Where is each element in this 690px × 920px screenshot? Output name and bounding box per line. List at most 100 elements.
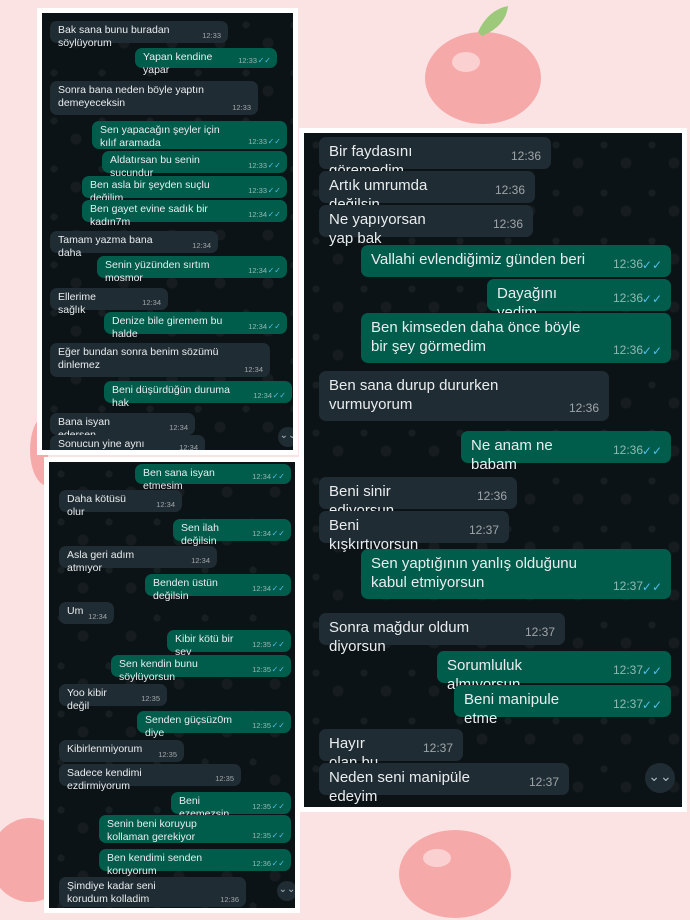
outgoing-message[interactable]: Senin yüzünden sırtım mosmor 12:34 ✓✓ xyxy=(97,256,287,284)
message-timestamp: 12:35 xyxy=(252,801,271,811)
outgoing-message[interactable]: Beni düşürdüğün duruma hak 12:34 ✓✓ xyxy=(104,381,292,409)
outgoing-message[interactable]: Sen yaptığının yanlış olduğunu kabul etm… xyxy=(361,549,671,599)
message-timestamp: 12:34 xyxy=(179,442,198,452)
message-timestamp: 12:37 xyxy=(422,741,453,755)
incoming-message[interactable]: Daha kötüsü olur 12:34 xyxy=(59,490,182,518)
read-receipt-icon: ✓✓ xyxy=(271,721,285,730)
incoming-message[interactable]: Ne yapıyorsan yap bak 12:36 xyxy=(319,205,533,247)
outgoing-message[interactable]: Ben gayet evine sadık bir kadın7m 12:34 ✓✓ xyxy=(82,200,287,228)
read-receipt-icon: ✓✓ xyxy=(272,391,286,400)
incoming-message[interactable]: Sonra bana neden böyle yaptın demeyeceks… xyxy=(50,81,258,115)
message-timestamp: 12:36 xyxy=(510,149,541,163)
read-receipt-icon: ✓✓ xyxy=(641,292,662,306)
message-text: Ben sana durup dururken vurmuyorum xyxy=(329,377,499,413)
message-timestamp: 12:34 xyxy=(252,528,271,538)
incoming-message[interactable]: Kibirlenmiyorum 12:35 xyxy=(59,740,184,762)
outgoing-message[interactable]: Aldatırsan bu senin suçundur 12:33 ✓✓ xyxy=(102,151,287,179)
outgoing-message[interactable]: Beni manipule etme 12:37 ✓✓ xyxy=(454,685,671,727)
message-timestamp: 12:35 xyxy=(215,773,234,783)
outgoing-message[interactable]: Ben kendimi senden koruyorum 12:36 ✓✓ xyxy=(99,849,291,877)
outgoing-message[interactable]: Ben sana isyan etmesim 12:34 ✓✓ xyxy=(135,464,291,492)
message-timestamp: 12:33 xyxy=(202,30,221,40)
incoming-message[interactable]: Ben sana durup dururken vurmuyorum 12:36 xyxy=(319,371,609,421)
message-timestamp: 12:36 xyxy=(220,894,239,904)
message-timestamp: 12:36 xyxy=(612,291,643,305)
outgoing-message[interactable]: Ben kimseden daha önce böyle bir şey gör… xyxy=(361,313,671,363)
chat-screenshot-bottom-left: Ben sana isyan etmesim 12:34 ✓✓ Daha kötüsü… xyxy=(44,457,300,913)
message-timestamp: 12:33 xyxy=(238,55,257,65)
read-receipt-icon: ✓✓ xyxy=(271,529,285,538)
message-timestamp: 12:37 xyxy=(528,775,559,789)
read-receipt-icon: ✓✓ xyxy=(271,640,285,649)
outgoing-message[interactable]: Sen ilah değilsin 12:34 ✓✓ xyxy=(173,519,291,547)
outgoing-message[interactable]: Dayağını yedim12:36✓✓ xyxy=(487,279,671,321)
message-text: Sadece kendimi ezdirmiyorum xyxy=(67,767,142,793)
peach-illustration-bottom-center xyxy=(399,830,511,918)
message-timestamp: 12:36 xyxy=(612,443,643,457)
incoming-message[interactable]: Sonra mağdur oldum diyorsun 12:37 xyxy=(319,613,565,655)
incoming-message[interactable]: Sadece kendimi ezdirmiyorum 12:35 xyxy=(59,764,241,792)
incoming-message[interactable]: Hayır olan bu12:37 xyxy=(319,729,463,771)
incoming-message[interactable]: Şimdiye kadar seni korudum kolladim 12:36 xyxy=(59,877,246,907)
chat-screenshot-right: Bir faydasını göremedim12:36Artık umrumd… xyxy=(299,128,687,812)
incoming-message[interactable]: Um 12:34 xyxy=(59,602,114,624)
message-text: Sonucun yine aynı olur xyxy=(58,438,145,450)
outgoing-message[interactable]: Kibir kötü bir şey 12:35 ✓✓ xyxy=(167,630,291,658)
scroll-down-button[interactable]: ⌄⌄ xyxy=(645,763,675,793)
message-timestamp: 12:35 xyxy=(158,749,177,759)
message-timestamp: 12:34 xyxy=(192,240,211,250)
incoming-message[interactable]: Yoo kibir değil 12:35 xyxy=(59,684,167,712)
outgoing-message[interactable]: Senin beni koruyup kollaman gerekiyor 12:… xyxy=(99,815,291,843)
message-timestamp: 12:33 xyxy=(248,136,267,146)
incoming-message[interactable]: Beni kışkırtıyorsun 12:37 xyxy=(319,511,509,553)
incoming-message[interactable]: Bana isyan edersen12:34 xyxy=(50,413,195,441)
incoming-message[interactable]: Beni sinir ediyorsun12:36 xyxy=(319,477,517,519)
message-timestamp: 12:37 xyxy=(468,523,499,537)
outgoing-message[interactable]: Ne anam ne babam 12:36 ✓✓ xyxy=(461,431,671,473)
outgoing-message[interactable]: Benden üstün değilsin 12:34 ✓✓ xyxy=(145,574,291,602)
incoming-message[interactable]: Neden seni manipüle edeyim 12:37 xyxy=(319,763,569,805)
outgoing-message[interactable]: Senden güçsüz0m diye 12:35 ✓✓ xyxy=(137,711,291,739)
read-receipt-icon: ✓✓ xyxy=(267,161,281,170)
message-timestamp: 12:34 xyxy=(252,471,271,481)
message-text: Sonra bana neden böyle yaptın demeyeceks… xyxy=(58,84,204,110)
incoming-message[interactable]: Artık umrumda değilsin12:36 xyxy=(319,171,535,213)
scroll-down-button[interactable]: ⌄⌄ xyxy=(278,427,293,447)
read-receipt-icon: ✓✓ xyxy=(641,344,662,358)
read-receipt-icon: ✓✓ xyxy=(257,56,271,65)
outgoing-message[interactable]: Sen kendin bunu söylüyorsun 12:35 ✓✓ xyxy=(111,655,291,683)
incoming-message[interactable]: Eğer bundan sonra benim sözümü dinlemez 1… xyxy=(50,343,270,377)
message-timestamp: 12:34 xyxy=(248,321,267,331)
scroll-down-button[interactable]: ⌄⌄ xyxy=(277,881,295,901)
outgoing-message[interactable]: Vallahi evlendiğimiz günden beri 12:36 ✓✓ xyxy=(361,245,671,277)
message-timestamp: 12:34 xyxy=(191,555,210,565)
outgoing-message[interactable]: Sen yapacağın şeyler için kılıf aramada 1… xyxy=(92,121,287,149)
read-receipt-icon: ✓✓ xyxy=(271,584,285,593)
outgoing-message[interactable]: Ben asla bir şeyden suçlu değilim 12:33 ✓✓ xyxy=(82,176,287,204)
message-timestamp: 12:37 xyxy=(524,625,555,639)
incoming-message[interactable]: Ellerime sağlık 12:34 xyxy=(50,288,168,316)
message-timestamp: 12:34 xyxy=(142,297,161,307)
incoming-message[interactable]: Asla geri adım atmıyor 12:34 xyxy=(59,546,217,574)
message-timestamp: 12:36 xyxy=(494,183,525,197)
outgoing-message[interactable]: Beni ezemezsin12:35✓✓ xyxy=(171,792,291,820)
incoming-message[interactable]: Tamam yazma bana daha 12:34 xyxy=(50,231,218,259)
message-timestamp: 12:37 xyxy=(612,579,643,593)
read-receipt-icon: ✓✓ xyxy=(271,859,285,868)
read-receipt-icon: ✓✓ xyxy=(267,322,281,331)
message-timestamp: 12:36 xyxy=(252,858,271,868)
message-timestamp: 12:34 xyxy=(252,583,271,593)
outgoing-message[interactable]: Sorumluluk almıyorsun12:37✓✓ xyxy=(437,651,671,693)
read-receipt-icon: ✓✓ xyxy=(641,580,662,594)
incoming-message[interactable]: Sonucun yine aynı olur 12:34 xyxy=(50,435,205,452)
message-timestamp: 12:36 xyxy=(568,401,599,415)
message-timestamp: 12:37 xyxy=(612,663,643,677)
incoming-message[interactable]: Bir faydasını göremedim12:36 xyxy=(319,137,551,179)
message-timestamp: 12:34 xyxy=(248,265,267,275)
outgoing-message[interactable]: Yapan kendine yapar 12:33 ✓✓ xyxy=(135,48,277,76)
message-text: Asla geri adım atmıyor xyxy=(67,549,135,575)
outgoing-message[interactable]: Denize bile giremem bu halde 12:34 ✓✓ xyxy=(104,312,287,340)
incoming-message[interactable]: Bak sana bunu buradan söylüyorum 12:33 xyxy=(50,21,228,49)
read-receipt-icon: ✓✓ xyxy=(271,802,285,811)
read-receipt-icon: ✓✓ xyxy=(267,210,281,219)
